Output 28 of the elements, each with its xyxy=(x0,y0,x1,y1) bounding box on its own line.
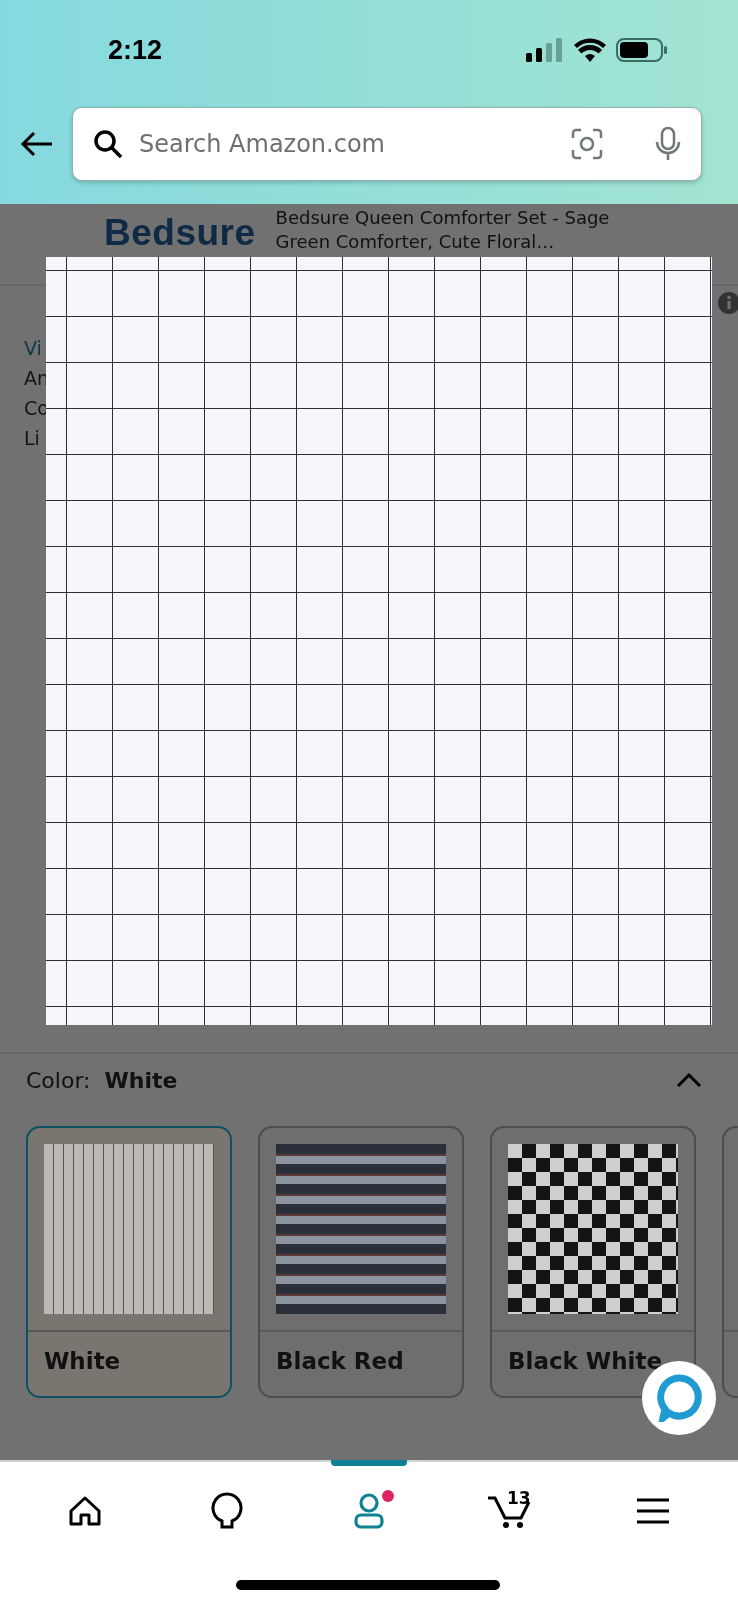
selected-color-value: White xyxy=(104,1067,179,1093)
search-input[interactable]: Search Amazon.com xyxy=(137,129,557,159)
speech-bubble-icon xyxy=(656,1374,702,1422)
camera-scan-icon[interactable] xyxy=(571,128,603,160)
person-icon xyxy=(353,1493,385,1529)
search-icon xyxy=(93,129,123,159)
link-text[interactable]: Vi xyxy=(24,333,42,363)
color-option[interactable]: Black Red xyxy=(258,1126,464,1398)
menu-icon xyxy=(637,1498,669,1524)
home-icon xyxy=(69,1495,101,1527)
search-bar[interactable]: Search Amazon.com xyxy=(72,107,702,181)
info-icon[interactable] xyxy=(718,292,738,314)
brand-logo[interactable]: Bedsure xyxy=(104,212,256,254)
battery-icon xyxy=(616,37,668,63)
cart-count: 13 xyxy=(507,1488,531,1508)
lightbulb-icon xyxy=(211,1491,243,1531)
microphone-icon[interactable] xyxy=(655,127,681,161)
color-label: Color: xyxy=(26,1067,91,1093)
description-text: Li xyxy=(24,426,40,451)
color-option[interactable]: White xyxy=(26,1126,232,1398)
signal-icon xyxy=(526,38,564,62)
status-time: 2:12 xyxy=(108,34,163,66)
color-option[interactable]: Black White xyxy=(490,1126,696,1398)
chevron-icon[interactable] xyxy=(676,1072,702,1088)
nav-tab[interactable]: 13 xyxy=(471,1474,551,1548)
product-title[interactable]: Bedsure Queen Comforter Set - Sage Green Comforter, Cute Floral… xyxy=(275,206,636,254)
wifi-icon xyxy=(574,38,606,62)
back-arrow-icon[interactable] xyxy=(20,131,54,157)
